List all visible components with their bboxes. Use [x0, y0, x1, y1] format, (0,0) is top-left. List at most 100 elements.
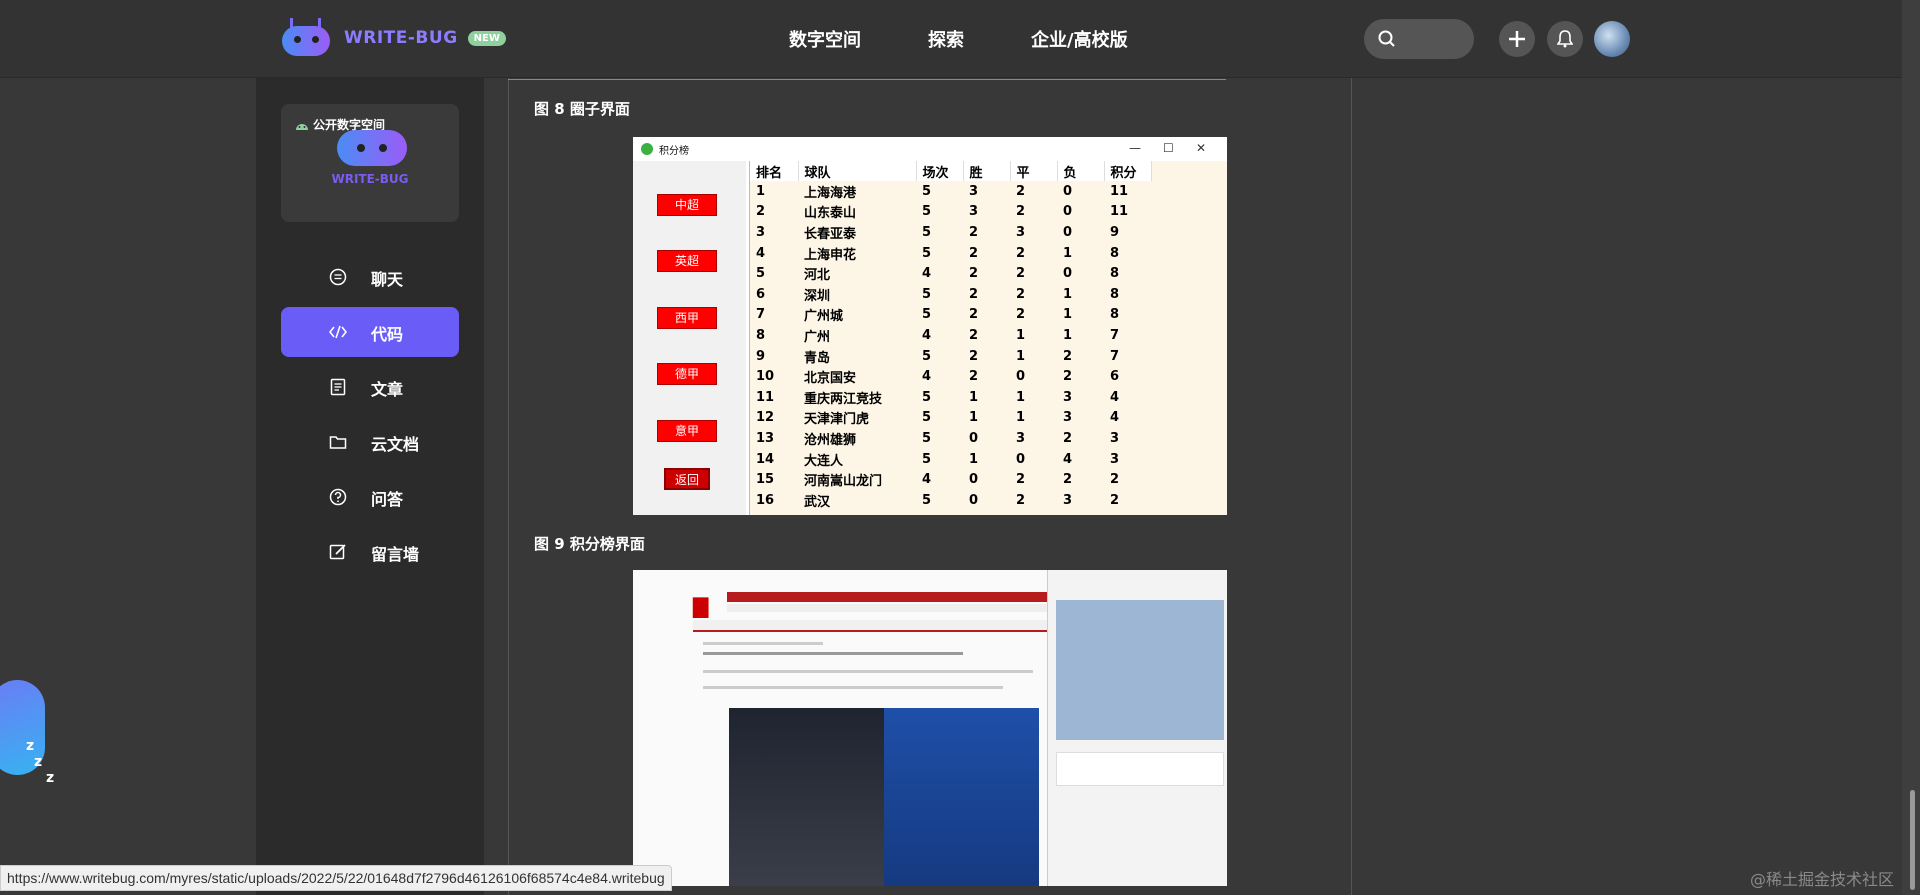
table-cell: 0	[1063, 266, 1073, 282]
user-avatar[interactable]	[1594, 21, 1630, 57]
table-cell: 1	[1063, 245, 1073, 261]
table-cell: 8	[1110, 245, 1120, 261]
table-cell: 0	[969, 430, 979, 446]
watermark: @稀土掘金技术社区	[1750, 870, 1895, 889]
table-cell: 5	[922, 224, 932, 240]
android-icon	[296, 123, 308, 130]
column-header: 负	[1057, 161, 1105, 181]
table-row: 16 武汉 5 0 2 3 2	[750, 490, 1151, 511]
table-row: 11 重庆两江竞技 5 1 1 3 4	[750, 387, 1151, 408]
table-cell: 12	[756, 410, 775, 426]
nav-enterprise[interactable]: 企业/高校版	[1031, 26, 1128, 52]
table-row: 2 山东泰山 5 3 2 0 11	[750, 202, 1151, 223]
table-cell: 2	[1016, 307, 1026, 323]
nav-digital-space[interactable]: 数字空间	[789, 26, 861, 52]
table-cell: 4	[1110, 410, 1120, 426]
table-cell: 山东泰山	[804, 206, 857, 222]
table-cell: 1	[969, 410, 979, 426]
forum-logo: ▇	[693, 594, 709, 618]
sidebar-item-cloud-docs[interactable]: 云文档	[281, 417, 459, 467]
sidebar-item-message-wall[interactable]: 留言墙	[281, 527, 459, 577]
table-cell: 4	[922, 369, 932, 385]
table-cell: 深圳	[804, 288, 831, 304]
table-cell: 2	[1063, 472, 1073, 488]
table-cell: 2	[969, 369, 979, 385]
table-row: 15 河南嵩山龙门 4 0 2 2 2	[750, 469, 1151, 490]
text-line	[703, 652, 963, 655]
forum-nav	[727, 592, 1047, 602]
window-title: 积分榜	[659, 145, 689, 157]
sleeping-robot-icon[interactable]: z z z	[0, 670, 54, 786]
article-icon	[330, 378, 346, 396]
close-icon: ✕	[1196, 141, 1207, 155]
table-cell: 3	[1016, 224, 1026, 240]
table-row: 12 天津津门虎 5 1 1 3 4	[750, 408, 1151, 429]
site-logo[interactable]: WRITE-BUG NEW	[278, 18, 506, 58]
chat-side-panel	[1047, 570, 1227, 886]
standings-table-area: 排名 球队 场次 胜 平 负 积分 1 上海海港 5 3 2 0 11 2 山东泰山 5 3 2 0 11…	[749, 161, 1227, 515]
space-card[interactable]: 公开数字空间 WRITE-BUG	[281, 104, 459, 222]
table-cell: 2	[969, 348, 979, 364]
league-panel: 中超 英超 西甲 德甲 意甲 返回	[633, 161, 746, 515]
league-button-seriea: 意甲	[657, 420, 717, 442]
sidebar-item-article[interactable]: 文章	[281, 362, 459, 412]
table-cell: 11	[1110, 183, 1129, 199]
table-cell: 1	[1016, 327, 1026, 343]
scrollbar-thumb[interactable]	[1910, 790, 1915, 890]
table-cell: 5	[756, 266, 766, 282]
table-cell: 1	[1016, 410, 1026, 426]
table-row: 7 广州城 5 2 2 1 8	[750, 305, 1151, 326]
table-cell: 3	[969, 183, 979, 199]
news-photo	[729, 708, 1039, 886]
back-button: 返回	[664, 468, 710, 490]
table-cell: 5	[922, 348, 932, 364]
table-cell: 1	[1063, 307, 1073, 323]
table-cell: 0	[1063, 183, 1073, 199]
table-cell: 3	[1063, 410, 1073, 426]
table-cell: 8	[1110, 286, 1120, 302]
sidebar-item-label: 聊天	[371, 270, 404, 289]
forum-tabs	[693, 620, 1047, 632]
table-cell: 5	[922, 430, 932, 446]
league-button-laliga: 西甲	[657, 307, 717, 329]
table-cell: 2	[1016, 204, 1026, 220]
figure-9-caption: 图 9 积分榜界面	[534, 535, 645, 553]
chat-input-area	[1056, 752, 1224, 786]
table-cell: 4	[1110, 389, 1120, 405]
table-cell: 7	[1110, 348, 1120, 364]
table-cell: 9	[1110, 224, 1120, 240]
table-cell: 5	[922, 389, 932, 405]
forum-subnav	[727, 604, 1047, 612]
league-button-epl: 英超	[657, 250, 717, 272]
add-button[interactable]	[1499, 21, 1535, 57]
table-row: 14 大连人 5 1 0 4 3	[750, 449, 1151, 470]
forum-page: ▇	[633, 570, 1047, 886]
table-cell: 1	[969, 451, 979, 467]
figure-8-caption: 图 8 圈子界面	[534, 100, 630, 118]
table-cell: 沧州雄狮	[804, 432, 857, 448]
table-row: 10 北京国安 4 2 0 2 6	[750, 366, 1151, 387]
table-cell: 8	[756, 327, 766, 343]
notification-button[interactable]	[1547, 21, 1583, 57]
table-row: 8 广州 4 2 1 1 7	[750, 325, 1151, 346]
table-cell: 4	[922, 472, 932, 488]
search-button[interactable]	[1364, 19, 1474, 59]
table-cell: 2	[969, 307, 979, 323]
table-cell: 0	[1016, 369, 1026, 385]
table-cell: 5	[922, 410, 932, 426]
nav-explore[interactable]: 探索	[928, 26, 964, 52]
table-cell: 3	[1063, 492, 1073, 508]
table-cell: 11	[756, 389, 775, 405]
table-cell: 5	[922, 183, 932, 199]
sidebar-item-code[interactable]: 代码	[281, 307, 459, 357]
sidebar-item-chat[interactable]: 聊天	[281, 252, 459, 302]
sidebar-item-qa[interactable]: 问答	[281, 472, 459, 522]
forum-screenshot-image: ▇	[633, 570, 1227, 886]
status-bar-url: https://www.writebug.com/myres/static/up…	[0, 865, 672, 891]
edit-icon	[329, 544, 346, 560]
table-cell: 0	[1063, 204, 1073, 220]
page-scrollbar[interactable]	[1902, 0, 1920, 895]
table-row: 5 河北 4 2 2 0 8	[750, 263, 1151, 284]
table-cell: 河北	[804, 268, 831, 284]
table-cell: 5	[922, 451, 932, 467]
